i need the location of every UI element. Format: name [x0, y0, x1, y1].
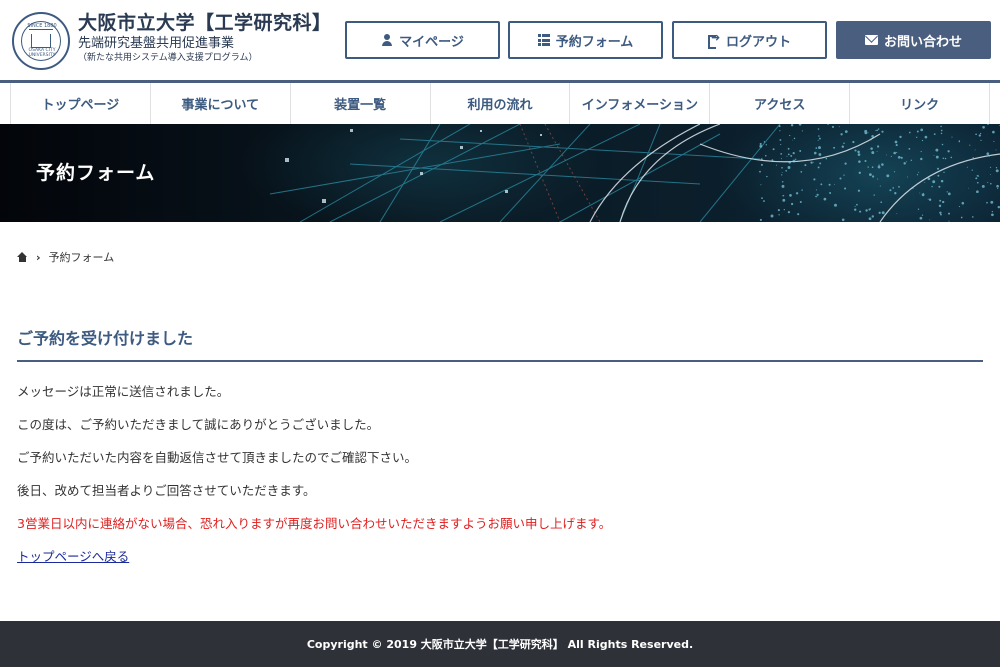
- mail-icon: [864, 35, 878, 45]
- message-sent-text: メッセージは正常に送信されました。: [17, 384, 230, 399]
- mypage-button-label: マイページ: [399, 34, 464, 50]
- reservation-form-button[interactable]: 予約フォーム: [508, 21, 663, 59]
- reservation-form-button-label: 予約フォーム: [555, 34, 634, 50]
- auto-reply-text: ご予約いただいた内容を自動返信させて頂きましたのでご確認下さい。: [17, 450, 418, 465]
- site-subsubtitle: （新たな共用システム導入支援プログラム）: [78, 53, 258, 63]
- logout-button-label: ログアウト: [725, 34, 791, 50]
- nav-item-access[interactable]: アクセス: [710, 83, 851, 124]
- site-logo[interactable]: SINCE 1880 OSAKA CITY UNIVERSITY 大阪市立大学【…: [12, 12, 332, 70]
- list-icon: [537, 34, 550, 46]
- nav-item-top[interactable]: トップページ: [10, 83, 151, 124]
- banner-title: 予約フォーム: [36, 161, 155, 184]
- breadcrumb: › 予約フォーム: [17, 249, 114, 265]
- home-icon[interactable]: [17, 252, 28, 262]
- site-footer: Copyright © 2019 大阪市立大学【工学研究科】 All Right…: [0, 621, 1000, 667]
- logout-icon: [707, 31, 720, 49]
- nav-item-about[interactable]: 事業について: [151, 83, 291, 124]
- page-banner: 予約フォーム: [0, 124, 1000, 222]
- mypage-button[interactable]: マイページ: [345, 21, 500, 59]
- user-icon: [381, 34, 393, 46]
- nav-item-flow[interactable]: 利用の流れ: [431, 83, 571, 124]
- followup-text: 後日、改めて担当者よりご回答させていただきます。: [17, 483, 316, 498]
- contact-button[interactable]: お問い合わせ: [836, 21, 991, 59]
- nav-item-links[interactable]: リンク: [850, 83, 991, 124]
- warning-text: 3営業日以内に連絡がない場合、恐れ入りますが再度お問い合わせいただきますようお願…: [17, 516, 612, 531]
- university-seal-icon: SINCE 1880 OSAKA CITY UNIVERSITY: [12, 12, 70, 70]
- thanks-text: この度は、ご予約いただきまして誠にありがとうございました。: [17, 417, 380, 432]
- main-content: ご予約を受け付けました メッセージは正常に送信されました。 この度は、ご予約いた…: [17, 325, 983, 573]
- seal-ring-text: OSAKA CITY UNIVERSITY: [28, 48, 56, 58]
- global-nav: トップページ 事業について 装置一覧 利用の流れ インフォメーション アクセス …: [10, 83, 991, 124]
- logout-button[interactable]: ログアウト: [672, 21, 827, 59]
- copyright-text: Copyright © 2019 大阪市立大学【工学研究科】 All Right…: [306, 638, 694, 651]
- site-title: 大阪市立大学【工学研究科】: [78, 12, 332, 34]
- site-header: SINCE 1880 OSAKA CITY UNIVERSITY 大阪市立大学【…: [0, 0, 1000, 80]
- nav-item-equipment[interactable]: 装置一覧: [291, 83, 431, 124]
- chevron-right-icon: ›: [36, 250, 41, 264]
- breadcrumb-current: 予約フォーム: [48, 251, 115, 264]
- back-to-top-link[interactable]: トップページへ戻る: [17, 540, 129, 573]
- contact-button-label: お問い合わせ: [883, 34, 962, 50]
- nav-item-information[interactable]: インフォメーション: [570, 83, 711, 124]
- site-subtitle: 先端研究基盤共用促進事業: [78, 36, 235, 51]
- page-heading: ご予約を受け付けました: [17, 325, 983, 362]
- banner-network-graphic: 予約フォーム: [0, 124, 1000, 222]
